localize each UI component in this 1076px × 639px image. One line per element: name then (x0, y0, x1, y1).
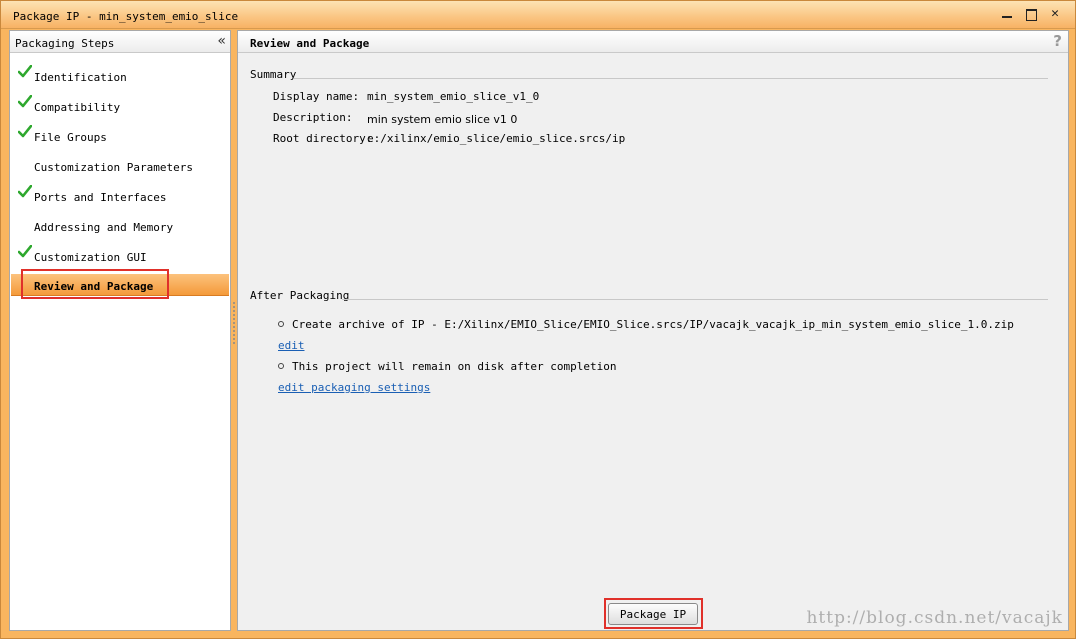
step-review-and-package[interactable]: Review and Package (11, 274, 229, 296)
after-packaging-title: After Packaging (250, 289, 350, 302)
step-customization-parameters[interactable]: Customization Parameters (11, 155, 229, 177)
check-icon (17, 244, 33, 259)
package-ip-window: Package IP - min_system_emio_slice ✕ Pac… (0, 0, 1076, 639)
title-bar: Package IP - min_system_emio_slice ✕ (1, 1, 1075, 29)
step-label: Addressing and Memory (34, 221, 174, 234)
step-label: Compatibility (34, 101, 121, 114)
packaging-steps-header: Packaging Steps « (10, 31, 230, 53)
window-title: Package IP - min_system_emio_slice (13, 10, 239, 23)
minimize-icon[interactable] (1001, 7, 1013, 21)
review-title: Review and Package (250, 37, 370, 50)
step-file-groups[interactable]: File Groups (11, 124, 229, 147)
packaging-steps-title: Packaging Steps (15, 37, 115, 50)
remain-on-disk-text: This project will remain on disk after c… (292, 360, 617, 373)
window-controls: ✕ (1001, 7, 1061, 23)
description-label: Description: (273, 111, 353, 124)
summary-title: Summary (250, 68, 297, 81)
panel-splitter-handle[interactable] (232, 301, 236, 345)
description-value: min system emio slice v1 0 (367, 113, 518, 126)
display-name-value: min_system_emio_slice_v1_0 (367, 90, 540, 103)
bullet-icon (278, 321, 284, 327)
check-icon (17, 94, 33, 109)
collapse-left-icon[interactable]: « (217, 33, 226, 49)
check-icon (17, 64, 33, 79)
step-label: Customization Parameters (34, 161, 193, 174)
bullet-icon (278, 363, 284, 369)
archive-text: Create archive of IP - E:/Xilinx/EMIO_Sl… (292, 318, 1014, 331)
watermark-text: http://blog.csdn.net/vacajk (806, 608, 1063, 628)
review-and-package-panel: Review and Package ? Summary Display nam… (237, 30, 1069, 631)
maximize-icon[interactable] (1025, 7, 1037, 21)
edit-archive-link[interactable]: edit (278, 339, 305, 352)
check-icon (17, 124, 33, 139)
help-icon[interactable]: ? (1053, 32, 1062, 50)
display-name-label: Display name: (273, 90, 360, 103)
close-icon[interactable]: ✕ (1049, 7, 1061, 21)
check-icon (17, 184, 33, 199)
step-label: Customization GUI (34, 251, 147, 264)
step-label: Ports and Interfaces (34, 191, 167, 204)
step-identification[interactable]: Identification (11, 64, 229, 87)
root-directory-value: e:/xilinx/emio_slice/emio_slice.srcs/ip (367, 132, 626, 145)
packaging-steps-panel: Packaging Steps « Identification Compati… (9, 30, 231, 631)
root-directory-label: Root directory: (273, 132, 373, 145)
step-compatibility[interactable]: Compatibility (11, 94, 229, 117)
edit-packaging-settings-link[interactable]: edit packaging settings (278, 381, 430, 394)
package-ip-button[interactable]: Package IP (608, 603, 698, 625)
step-label: File Groups (34, 131, 107, 144)
step-label: Review and Package (34, 280, 154, 293)
step-ports-and-interfaces[interactable]: Ports and Interfaces (11, 184, 229, 207)
step-customization-gui[interactable]: Customization GUI (11, 244, 229, 267)
after-packaging-divider (342, 299, 1048, 300)
summary-divider (294, 78, 1048, 79)
step-label: Identification (34, 71, 127, 84)
review-header: Review and Package ? (238, 31, 1068, 53)
step-addressing-and-memory[interactable]: Addressing and Memory (11, 215, 229, 237)
